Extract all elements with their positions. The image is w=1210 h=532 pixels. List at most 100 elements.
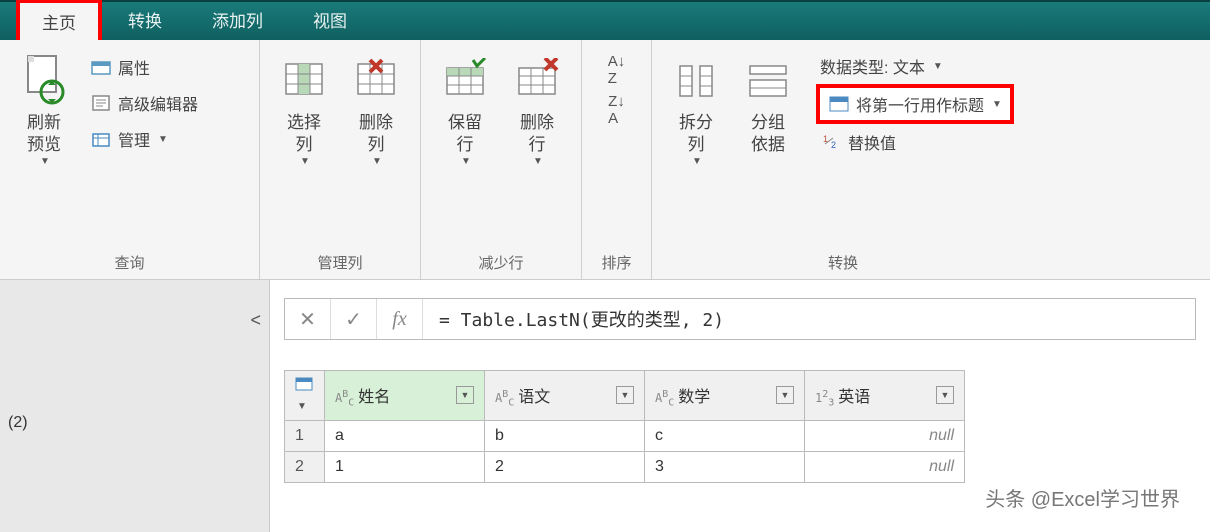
- table-cell[interactable]: c: [645, 421, 805, 452]
- nav-item[interactable]: (2): [8, 414, 28, 432]
- advanced-editor-label: 高级编辑器: [118, 91, 198, 115]
- table-row[interactable]: 1 a b c null: [285, 421, 965, 452]
- column-filter-button[interactable]: ▼: [456, 386, 474, 404]
- formula-accept-button[interactable]: ✓: [331, 299, 377, 339]
- watermark: 头条 @Excel学习世界: [985, 483, 1180, 512]
- choose-columns-icon: [280, 52, 328, 108]
- group-by-icon: [744, 52, 792, 108]
- column-name: 语文: [518, 389, 550, 406]
- dropdown-arrow-icon: ▼: [461, 156, 471, 167]
- table-cell[interactable]: a: [325, 421, 485, 452]
- dropdown-arrow-icon: ▼: [533, 156, 543, 167]
- svg-text:2: 2: [831, 140, 836, 150]
- remove-rows-button[interactable]: 删除 行 ▼: [505, 48, 569, 171]
- column-header[interactable]: ABC 语文 ▼: [485, 371, 645, 421]
- collapse-panel-button[interactable]: <: [250, 310, 261, 331]
- column-filter-button[interactable]: ▼: [616, 386, 634, 404]
- column-name: 姓名: [358, 389, 390, 406]
- column-header[interactable]: 123 英语 ▼: [805, 371, 965, 421]
- formula-fx-button[interactable]: fx: [377, 299, 423, 339]
- first-row-header-label: 将第一行用作标题: [856, 92, 984, 116]
- choose-columns-button[interactable]: 选择 列 ▼: [272, 48, 336, 171]
- table-cell[interactable]: 3: [645, 452, 805, 483]
- main-panel: ✕ ✓ fx = Table.LastN(更改的类型, 2) ▼ ABC 姓名 ▼: [270, 280, 1210, 532]
- manage-icon: [90, 128, 112, 150]
- manage-label: 管理: [118, 127, 150, 151]
- table-cell[interactable]: null: [805, 452, 965, 483]
- formula-cancel-button[interactable]: ✕: [285, 299, 331, 339]
- manage-button[interactable]: 管理 ▼: [84, 124, 204, 154]
- replace-values-label: 替换值: [848, 130, 896, 154]
- keep-rows-icon: [441, 52, 489, 108]
- group-label-manage-columns: 管理列: [272, 248, 408, 275]
- table-cell[interactable]: b: [485, 421, 645, 452]
- dropdown-arrow-icon: ▼: [933, 61, 943, 72]
- column-header[interactable]: ABC 姓名 ▼: [325, 371, 485, 421]
- split-column-icon: [672, 52, 720, 108]
- refresh-icon: [20, 52, 68, 108]
- dropdown-arrow-icon: ▼: [158, 134, 168, 145]
- advanced-editor-button[interactable]: 高级编辑器: [84, 88, 204, 118]
- tab-view[interactable]: 视图: [289, 0, 371, 40]
- formula-bar: ✕ ✓ fx = Table.LastN(更改的类型, 2): [284, 298, 1196, 340]
- dropdown-arrow-icon: ▼: [40, 156, 50, 167]
- group-label-transform: 转换: [664, 248, 1022, 275]
- column-filter-button[interactable]: ▼: [936, 386, 954, 404]
- keep-rows-button[interactable]: 保留 行 ▼: [433, 48, 497, 171]
- sort-asc-button[interactable]: A↓Z: [599, 52, 635, 88]
- check-icon: ✓: [345, 307, 362, 332]
- table-cell[interactable]: 2: [485, 452, 645, 483]
- table-row[interactable]: 2 1 2 3 null: [285, 452, 965, 483]
- tab-transform[interactable]: 转换: [104, 0, 186, 40]
- group-label-sort: 排序: [594, 248, 639, 275]
- content-area: < (2) ✕ ✓ fx = Table.LastN(更改的类型, 2) ▼ A…: [0, 280, 1210, 532]
- tab-home[interactable]: 主页: [16, 0, 102, 40]
- column-header[interactable]: ABC 数学 ▼: [645, 371, 805, 421]
- column-filter-button[interactable]: ▼: [776, 386, 794, 404]
- ribbon: 刷新 预览 ▼ 属性 高级编辑器 管理 ▼ 查询: [0, 40, 1210, 280]
- column-name: 数学: [678, 389, 710, 406]
- navigation-panel: < (2): [0, 280, 270, 532]
- dropdown-arrow-icon: ▼: [300, 156, 310, 167]
- row-number: 2: [285, 452, 325, 483]
- group-label-query: 查询: [12, 248, 247, 275]
- table-icon: [295, 377, 313, 391]
- replace-values-icon: 12: [820, 131, 842, 153]
- replace-values-button[interactable]: 12 替换值: [816, 128, 1014, 156]
- text-type-icon: ABC: [655, 391, 674, 405]
- sort-asc-icon: A↓Z: [608, 53, 626, 87]
- table-corner[interactable]: ▼: [285, 371, 325, 421]
- refresh-preview-button[interactable]: 刷新 预览 ▼: [12, 48, 76, 171]
- properties-icon: [90, 56, 112, 78]
- data-type-label: 数据类型: 文本: [820, 54, 925, 78]
- number-type-icon: 123: [815, 391, 834, 405]
- column-name: 英语: [838, 389, 870, 406]
- data-type-button[interactable]: 数据类型: 文本 ▼: [816, 52, 1014, 80]
- sort-desc-icon: Z↓A: [608, 93, 625, 127]
- properties-label: 属性: [118, 55, 150, 79]
- remove-rows-icon: [513, 52, 561, 108]
- sort-desc-button[interactable]: Z↓A: [599, 92, 635, 128]
- first-row-header-button[interactable]: 将第一行用作标题 ▼: [816, 84, 1014, 124]
- dropdown-arrow-icon: ▼: [692, 156, 702, 167]
- ribbon-tabs: 主页 转换 添加列 视图: [0, 0, 1210, 40]
- properties-button[interactable]: 属性: [84, 52, 204, 82]
- group-label-reduce-rows: 减少行: [433, 248, 569, 275]
- fx-icon: fx: [392, 308, 406, 331]
- advanced-editor-icon: [90, 92, 112, 114]
- table-cell[interactable]: 1: [325, 452, 485, 483]
- data-table: ▼ ABC 姓名 ▼ ABC 语文 ▼: [284, 370, 965, 483]
- table-header-icon: [828, 93, 850, 115]
- split-column-button[interactable]: 拆分 列 ▼: [664, 48, 728, 171]
- x-icon: ✕: [299, 307, 316, 332]
- text-type-icon: ABC: [335, 391, 354, 405]
- group-by-button[interactable]: 分组 依据: [736, 48, 800, 160]
- table-cell[interactable]: null: [805, 421, 965, 452]
- text-type-icon: ABC: [495, 391, 514, 405]
- dropdown-arrow-icon: ▼: [992, 99, 1002, 110]
- row-number: 1: [285, 421, 325, 452]
- tab-add-column[interactable]: 添加列: [188, 0, 287, 40]
- remove-columns-icon: [352, 52, 400, 108]
- formula-input[interactable]: = Table.LastN(更改的类型, 2): [423, 306, 740, 332]
- remove-columns-button[interactable]: 删除 列 ▼: [344, 48, 408, 171]
